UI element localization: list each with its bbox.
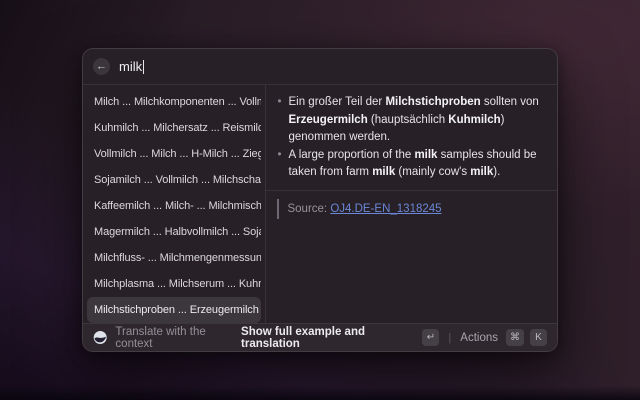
show-full-example-button[interactable]: Show full example and translation ↵ bbox=[241, 326, 439, 350]
result-item[interactable]: Kuhmilch ... Milchersatz ... Reismilch..… bbox=[87, 115, 261, 141]
return-key-icon: ↵ bbox=[422, 329, 439, 346]
app-logo-icon bbox=[93, 330, 107, 345]
result-item[interactable]: Milchfluss- ... Milchmengenmessung... bbox=[87, 245, 261, 271]
footer-hint-label: Translate with the context bbox=[115, 326, 241, 350]
back-button[interactable]: ← bbox=[93, 58, 110, 75]
primary-action-label: Show full example and translation bbox=[241, 326, 415, 350]
search-bar: ← milk bbox=[83, 49, 557, 85]
search-query-text: milk bbox=[119, 59, 142, 74]
source-link[interactable]: OJ4.DE-EN_1318245 bbox=[330, 203, 441, 215]
footer-bar: Translate with the context Show full exa… bbox=[83, 323, 557, 351]
back-arrow-icon: ← bbox=[96, 58, 107, 74]
results-list: Milch ... Milchkomponenten ... Vollmil..… bbox=[83, 85, 265, 323]
example-panel: •Ein großer Teil der Milchstichproben so… bbox=[265, 85, 557, 323]
bullet-text: A large proportion of the milk samples s… bbox=[288, 147, 543, 182]
context-hint-group: Translate with the context bbox=[93, 326, 241, 350]
bullet-icon: • bbox=[277, 147, 288, 182]
source-label: Source: bbox=[287, 203, 327, 215]
content-area: Milch ... Milchkomponenten ... Vollmil..… bbox=[83, 85, 557, 323]
text-caret bbox=[143, 60, 144, 74]
example-bullets: •Ein großer Teil der Milchstichproben so… bbox=[265, 85, 557, 190]
example-bullet: •A large proportion of the milk samples … bbox=[277, 147, 543, 182]
k-key-icon: K bbox=[530, 329, 547, 346]
bullet-text: Ein großer Teil der Milchstichproben sol… bbox=[288, 94, 543, 147]
footer-actions: Show full example and translation ↵ | Ac… bbox=[241, 326, 547, 350]
footer-separator: | bbox=[448, 332, 451, 344]
result-item[interactable]: Vollmilch ... Milch ... H-Milch ... Zieg… bbox=[87, 141, 261, 167]
source-section: Source: OJ4.DE-EN_1318245 bbox=[265, 190, 557, 219]
bullet-icon: • bbox=[277, 94, 288, 147]
result-item[interactable]: Sojamilch ... Vollmilch ... Milchschaum … bbox=[87, 167, 261, 193]
source-quote: Source: OJ4.DE-EN_1318245 bbox=[277, 199, 543, 219]
actions-label: Actions bbox=[460, 332, 498, 344]
result-item[interactable]: Milchplasma ... Milchserum ... Kuhmil... bbox=[87, 271, 261, 297]
command-key-icon: ⌘ bbox=[506, 329, 524, 346]
example-bullet: •Ein großer Teil der Milchstichproben so… bbox=[277, 94, 543, 147]
result-item[interactable]: Magermilch ... Halbvollmilch ... Soja... bbox=[87, 219, 261, 245]
search-input[interactable]: milk bbox=[119, 59, 144, 74]
result-item[interactable]: Milch ... Milchkomponenten ... Vollmil..… bbox=[87, 89, 261, 115]
search-window: ← milk Milch ... Milchkomponenten ... Vo… bbox=[82, 48, 558, 352]
result-item[interactable]: Milchstichproben ... Erzeugermilch .....… bbox=[87, 297, 261, 323]
result-item[interactable]: Kaffeemilch ... Milch- ... Milchmischg..… bbox=[87, 193, 261, 219]
actions-button[interactable]: Actions ⌘ K bbox=[460, 329, 547, 346]
